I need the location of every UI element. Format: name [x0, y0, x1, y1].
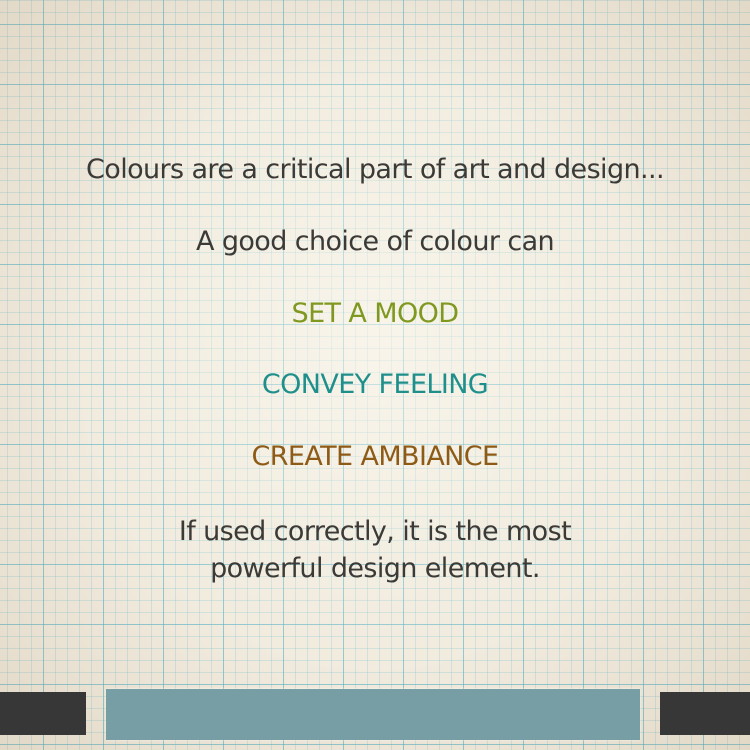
closing-text-line-1: If used correctly, it is the most — [178, 516, 572, 547]
intro-text: Colours are a critical part of art and d… — [86, 154, 665, 185]
footer-right-bar — [660, 692, 750, 735]
choice-text: A good choice of colour can — [195, 226, 555, 257]
feeling-text: CONVEY FEELING — [261, 369, 489, 400]
footer-center-bar — [106, 689, 640, 740]
closing-text-line-2: powerful design element. — [210, 553, 540, 584]
ambiance-text: CREATE AMBIANCE — [251, 441, 499, 472]
mood-text: SET A MOOD — [291, 298, 460, 329]
footer-left-bar — [0, 692, 86, 735]
